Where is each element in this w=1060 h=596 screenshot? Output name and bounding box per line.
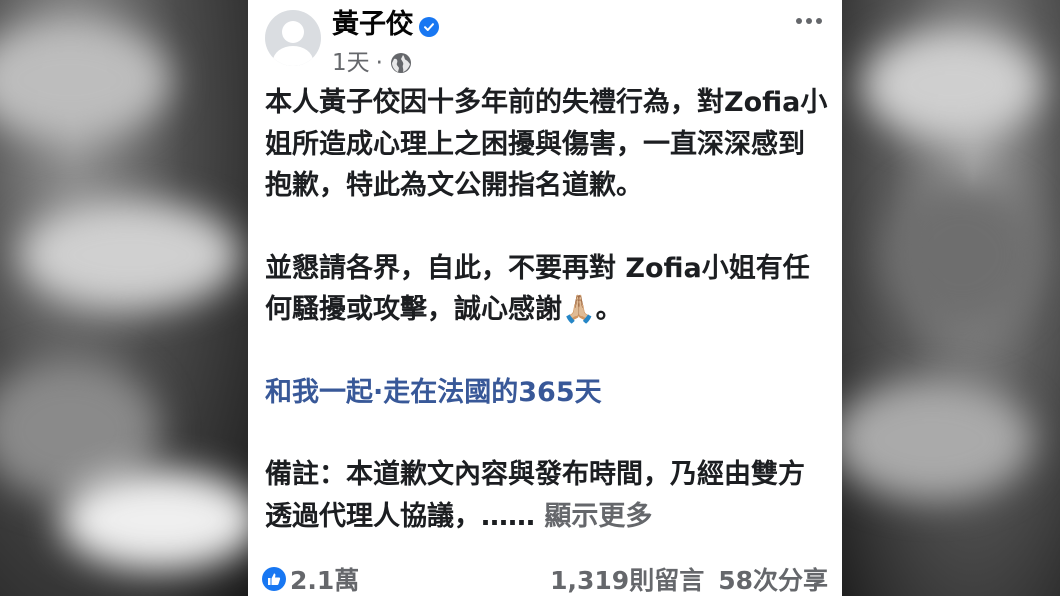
comments-count[interactable]: 1,319則留言 <box>550 561 704 596</box>
note-text: 備註：本道歉文內容與發布時間，乃經由雙方透過代理人協議，…… <box>265 459 805 532</box>
post-note: 備註：本道歉文內容與發布時間，乃經由雙方透過代理人協議，…… 顯示更多 <box>265 454 830 537</box>
post-meta: 1天 · <box>332 48 413 78</box>
post-timestamp[interactable]: 1天 <box>332 48 370 78</box>
post-author: 黃子佼 <box>332 7 439 43</box>
blurred-background-right <box>842 0 1060 596</box>
likes-count: 2.1萬 <box>290 566 360 595</box>
shares-count[interactable]: 58次分享 <box>718 561 828 596</box>
post-paragraph-2: 並懇請各界，自此，不要再對 Zofia小姐有任何騷擾或攻擊，誠心感謝🙏🏼。 <box>265 252 810 326</box>
post-paragraph-1: 本人黃子佼因十多年前的失禮行為，對Zofia小姐所造成心理上之困擾與傷害，一直深… <box>265 87 828 201</box>
blurred-background-left <box>0 0 248 596</box>
reactions-count[interactable]: 2.1萬 <box>262 561 359 596</box>
facebook-post-card: 黃子佼 1天 · 本人黃子佼因十多年前的失禮行為，對Zofia小姐所造成心理上之… <box>248 0 842 596</box>
author-name[interactable]: 黃子佼 <box>332 7 413 43</box>
more-options-icon[interactable] <box>796 18 822 24</box>
avatar[interactable] <box>265 10 321 66</box>
post-body: 本人黃子佼因十多年前的失禮行為，對Zofia小姐所造成心理上之困擾與傷害，一直深… <box>265 82 830 537</box>
meta-separator: · <box>375 50 383 76</box>
globe-icon <box>390 53 411 73</box>
post-stats-bar: 2.1萬 1,319則留言 58次分享 <box>262 561 828 596</box>
verified-badge-icon <box>419 17 439 37</box>
thumbs-up-icon <box>262 567 286 591</box>
see-more-link[interactable]: 顯示更多 <box>544 501 652 532</box>
hashtag-link[interactable]: 和我一起·走在法國的365天 <box>265 372 830 414</box>
